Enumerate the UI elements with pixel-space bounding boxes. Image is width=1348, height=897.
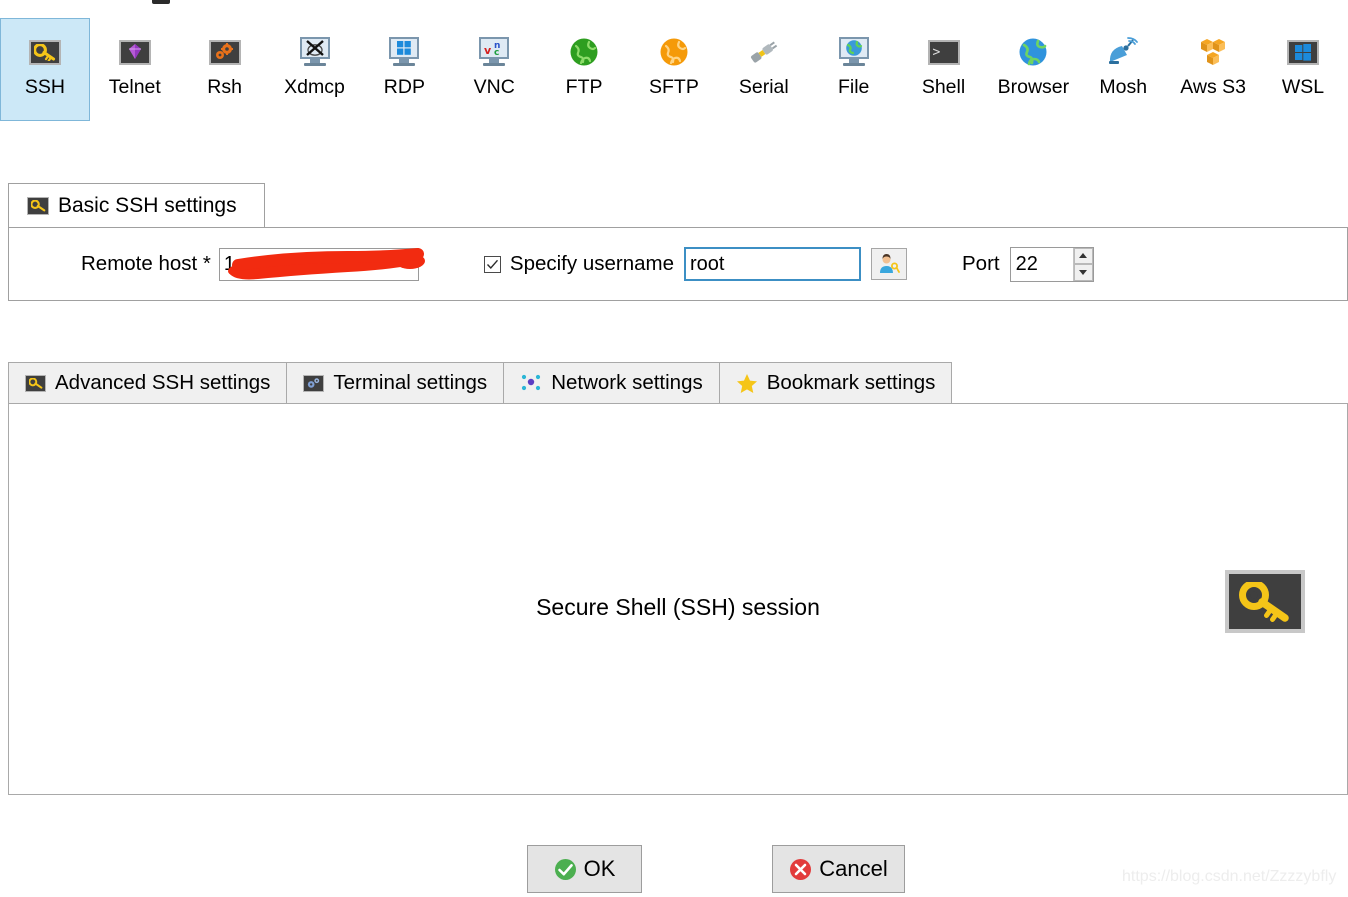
svg-text:c: c	[494, 48, 499, 57]
basic-ssh-settings-tab-label: Basic SSH settings	[58, 194, 237, 217]
session-type-label: Browser	[997, 76, 1070, 98]
telnet-gem-icon	[118, 35, 152, 69]
session-type-ftp[interactable]: FTP	[539, 18, 629, 121]
session-type-label: VNC	[473, 76, 515, 98]
basic-ssh-settings-group: Basic SSH settings Remote host * Specify…	[8, 183, 1348, 301]
panel-caption: Secure Shell (SSH) session	[536, 594, 820, 620]
session-type-label: Telnet	[108, 76, 161, 98]
aws-cubes-icon	[1196, 35, 1230, 69]
session-type-label: Rsh	[207, 76, 242, 98]
port-spin-buttons	[1072, 247, 1093, 281]
blue-globe-icon	[1016, 35, 1050, 69]
user-key-button[interactable]	[871, 248, 907, 280]
tab-advanced-ssh-settings[interactable]: Advanced SSH settings	[8, 362, 287, 404]
session-settings-dialog: SSH Telnet Rsh Xdmcp RDP v n c VNC FTP S…	[0, 0, 1348, 897]
plug-icon	[747, 35, 781, 69]
port-value[interactable]: 22	[1011, 248, 1073, 281]
cancel-button-label: Cancel	[819, 856, 888, 881]
gears-icon	[208, 35, 242, 69]
cancel-button[interactable]: Cancel	[772, 845, 905, 893]
svg-text:v: v	[484, 44, 492, 57]
green-check-icon	[554, 858, 577, 881]
windows-monitor-icon	[387, 35, 421, 69]
session-type-rdp[interactable]: RDP	[359, 18, 449, 121]
basic-ssh-settings-tab[interactable]: Basic SSH settings	[8, 183, 265, 228]
key-icon	[25, 374, 46, 392]
settings-tab-bar: Advanced SSH settings Terminal settings	[8, 362, 1348, 404]
network-dots-icon	[520, 372, 542, 394]
key-icon	[28, 35, 62, 69]
session-type-browser[interactable]: Browser	[988, 18, 1078, 121]
red-x-icon	[789, 858, 812, 881]
session-type-rsh[interactable]: Rsh	[180, 18, 270, 121]
session-type-xdmcp[interactable]: Xdmcp	[270, 18, 360, 121]
ok-button[interactable]: OK	[527, 845, 642, 893]
clipped-top-artifact	[152, 0, 170, 4]
settings-tab-panel: Secure Shell (SSH) session	[8, 403, 1348, 795]
port-spin-down-button[interactable]	[1073, 264, 1093, 281]
session-type-label: RDP	[383, 76, 425, 98]
terminal-gear-icon	[303, 374, 325, 392]
specify-username-checkbox[interactable]	[483, 255, 501, 273]
tab-terminal-settings[interactable]: Terminal settings	[286, 362, 504, 404]
file-monitor-icon	[837, 35, 871, 69]
tab-label: Network settings	[551, 371, 703, 394]
session-type-telnet[interactable]: Telnet	[90, 18, 180, 121]
specify-username-label: Specify username	[509, 252, 674, 275]
x-monitor-icon	[298, 35, 332, 69]
key-icon	[27, 197, 49, 215]
port-spin-up-button[interactable]	[1073, 247, 1093, 264]
session-type-label: File	[837, 76, 870, 98]
terminal-prompt-icon: >	[927, 35, 961, 69]
session-type-label: Serial	[738, 76, 789, 98]
port-stepper[interactable]: 22	[1009, 246, 1094, 282]
orange-globe-icon	[657, 35, 691, 69]
tab-label: Terminal settings	[333, 371, 488, 394]
session-type-toolbar: SSH Telnet Rsh Xdmcp RDP v n c VNC FTP S…	[0, 18, 1348, 121]
checkmark-icon	[486, 259, 498, 269]
session-type-label: SSH	[24, 76, 65, 98]
session-type-aws-s3[interactable]: Aws S3	[1168, 18, 1258, 121]
session-type-file[interactable]: File	[809, 18, 899, 121]
chevron-down-icon	[1079, 269, 1088, 275]
session-type-label: Xdmcp	[284, 76, 345, 98]
tab-bookmark-settings[interactable]: Bookmark settings	[718, 362, 953, 404]
ok-button-label: OK	[583, 856, 616, 881]
session-type-mosh[interactable]: Mosh	[1078, 18, 1168, 121]
watermark: https://blog.csdn.net/Zzzzybfly	[1122, 868, 1337, 885]
vnc-monitor-icon: v n c	[477, 35, 511, 69]
windows-logo-icon	[1286, 35, 1320, 69]
session-type-label: Shell	[921, 76, 966, 98]
session-type-label: FTP	[565, 76, 603, 98]
basic-ssh-settings-body: Remote host * Specify username	[8, 227, 1348, 301]
session-type-label: Aws S3	[1180, 76, 1246, 98]
key-icon	[1225, 570, 1305, 633]
username-input[interactable]	[684, 247, 861, 281]
session-type-serial[interactable]: Serial	[719, 18, 809, 121]
star-icon	[736, 373, 758, 394]
chevron-up-icon	[1079, 253, 1088, 259]
remote-host-label: Remote host *	[81, 252, 211, 275]
session-type-label: WSL	[1281, 76, 1325, 98]
user-key-icon	[878, 253, 900, 275]
session-type-sftp[interactable]: SFTP	[629, 18, 719, 121]
satellite-dish-icon	[1106, 35, 1140, 69]
session-type-label: SFTP	[649, 76, 699, 98]
green-globe-icon	[567, 35, 601, 69]
tab-network-settings[interactable]: Network settings	[503, 362, 719, 404]
tab-label: Bookmark settings	[766, 371, 936, 394]
session-type-wsl[interactable]: WSL	[1258, 18, 1348, 121]
session-type-shell[interactable]: > Shell	[899, 18, 989, 121]
session-type-ssh[interactable]: SSH	[0, 18, 90, 121]
port-label: Port	[962, 252, 1000, 275]
session-type-vnc[interactable]: v n c VNC	[449, 18, 539, 121]
remote-host-input[interactable]	[218, 247, 419, 281]
tab-label: Advanced SSH settings	[55, 371, 271, 394]
session-type-label: Mosh	[1099, 76, 1148, 98]
